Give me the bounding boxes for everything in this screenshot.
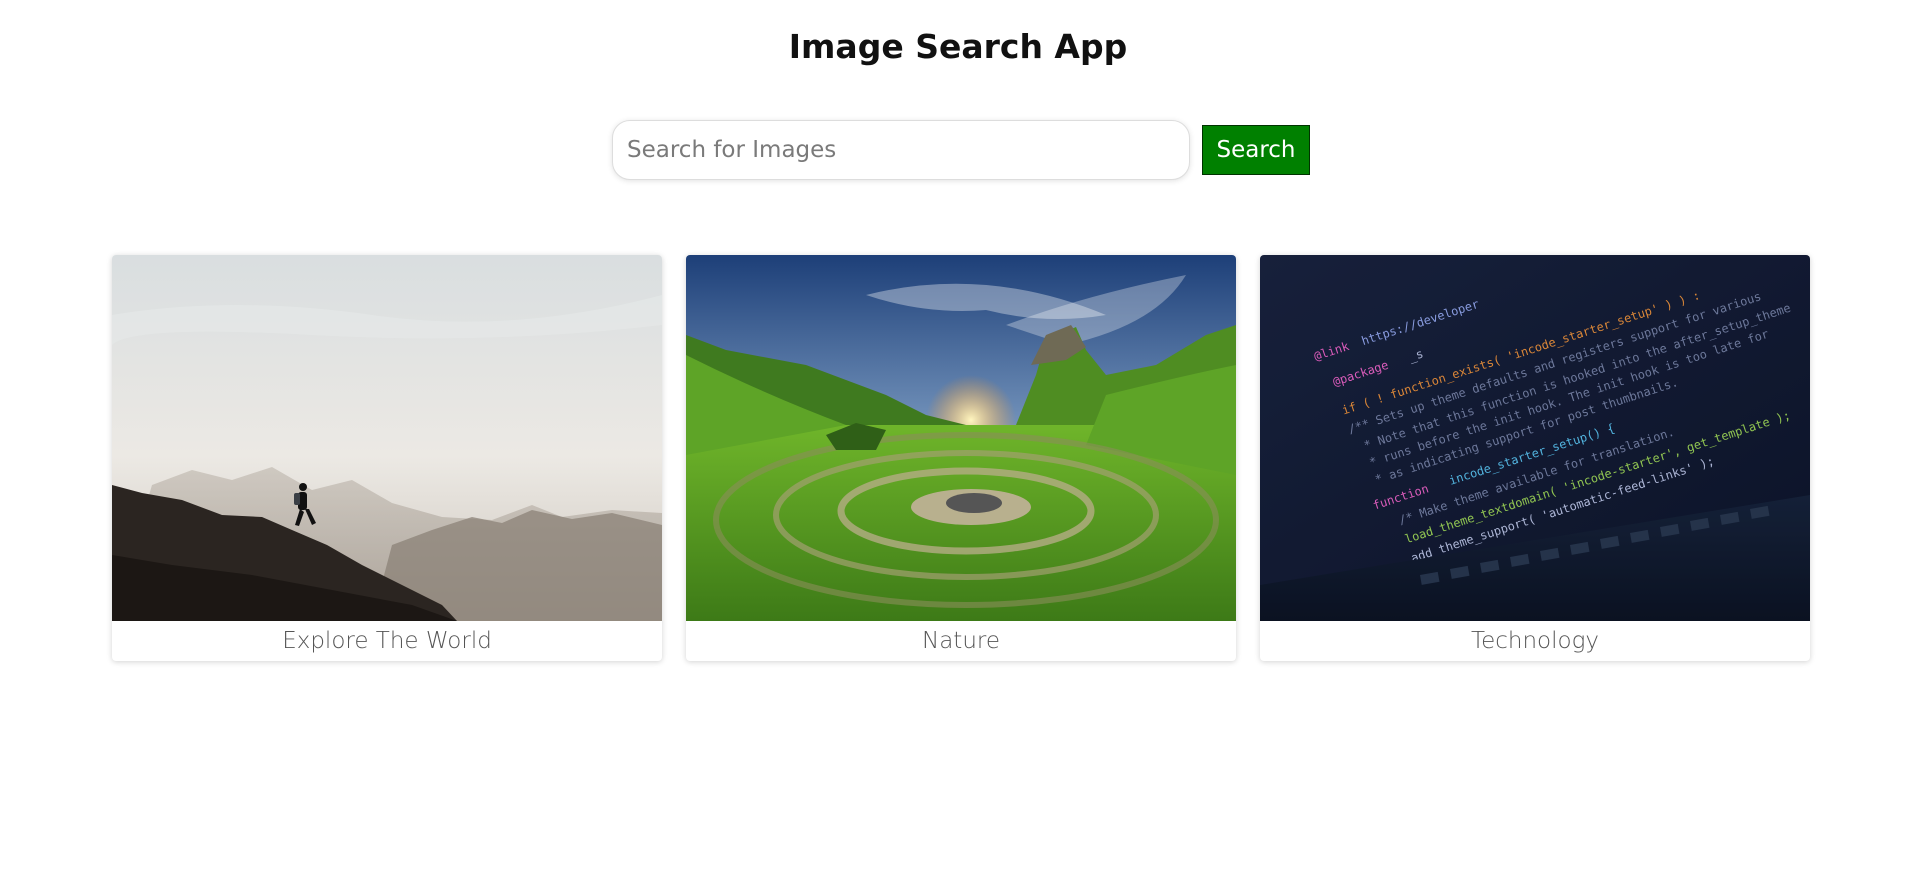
search-button[interactable]: Search (1202, 125, 1310, 175)
image-caption: Technology (1470, 628, 1600, 654)
image-card[interactable]: @link https://developer @package _s if (… (1260, 255, 1810, 661)
image-card[interactable]: Explore The World (112, 255, 662, 661)
search-bar: Search (612, 120, 1312, 182)
app-root: Image Search App Search for Images Searc… (0, 0, 1916, 893)
page-title: Image Search App (788, 27, 1128, 66)
image-gallery: Explore The World Nature @link https://d… (112, 255, 1812, 663)
green-valley-stone-spiral-image[interactable] (686, 255, 1236, 621)
image-card[interactable]: Nature (686, 255, 1236, 661)
image-caption: Nature (922, 628, 1000, 654)
search-input[interactable] (612, 120, 1190, 180)
hiker-on-mountain-ridge-image[interactable] (112, 255, 662, 621)
laptop-code-editor-image[interactable]: @link https://developer @package _s if (… (1260, 255, 1810, 621)
image-caption: Explore The World (282, 628, 492, 654)
